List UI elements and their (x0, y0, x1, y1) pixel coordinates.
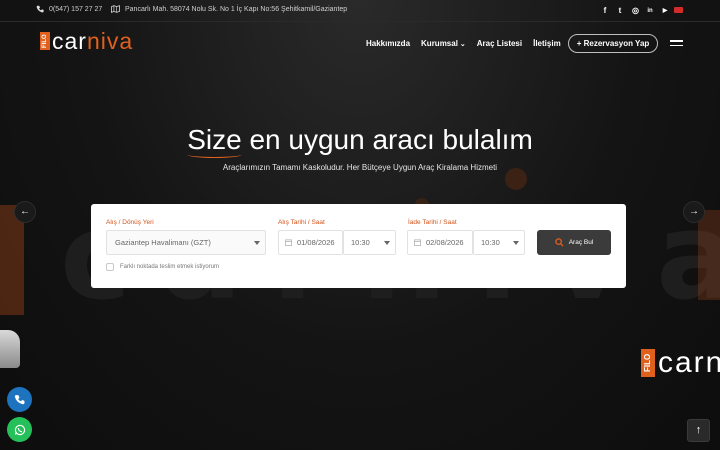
booking-form: Alış / Dönüş Yeri Gaziantep Havalimanı (… (91, 204, 626, 288)
calendar-icon (414, 239, 421, 246)
logo-filo-badge: FILO (40, 32, 50, 50)
instagram-icon[interactable]: ◎ (632, 5, 639, 17)
pickup-time-value: 10:30 (351, 238, 370, 247)
hero-title: Size en uygun aracı bulalım (0, 124, 720, 158)
nav-item-hakkimizda[interactable]: Hakkımızda (366, 39, 410, 48)
linkedin-icon[interactable]: in (647, 5, 653, 17)
brand-sign-image: FILO carniva (641, 348, 720, 378)
brand-sign-word: carniva (658, 346, 720, 379)
brand-sign-filo: FILO (641, 349, 655, 377)
different-location-checkbox[interactable]: Farklı noktada teslim etmek istiyorum (106, 263, 219, 271)
site-logo[interactable]: FILO car niva (40, 28, 134, 54)
facebook-icon[interactable]: f (602, 5, 608, 17)
map-icon (111, 5, 120, 13)
location-label: Alış / Dönüş Yeri (106, 219, 154, 226)
pickup-label: Alış Tarihi / Saat (278, 219, 325, 226)
background-filo-right (698, 210, 720, 300)
chevron-down-icon (254, 241, 260, 245)
different-location-label: Farklı noktada teslim etmek istiyorum (120, 264, 220, 270)
location-value: Gaziantep Havalimanı (GZT) (115, 238, 211, 247)
hero-subtitle: Araçlarımızın Tamamı Kaskoludur. Her Büt… (222, 163, 498, 172)
nav-item-kurumsal[interactable]: Kurumsal (421, 39, 466, 48)
top-bar: 0(547) 157 27 27 Pancarlı Mah. 58074 Nol… (0, 0, 720, 22)
logo-text-car: car (52, 28, 87, 54)
arrow-up-icon: ↑ (695, 424, 702, 436)
whatsapp-button[interactable] (7, 417, 32, 442)
pickup-time-select[interactable]: 10:30 (343, 230, 396, 255)
return-time-select[interactable]: 10:30 (473, 230, 525, 255)
calendar-icon (285, 239, 292, 246)
nav-item-iletisim[interactable]: İletişim (533, 39, 561, 48)
social-links: f t ◎ in ▶ (602, 5, 668, 17)
youtube-icon[interactable]: ▶ (662, 5, 668, 17)
phone-contact[interactable]: 0(547) 157 27 27 (36, 5, 102, 13)
turkey-flag-icon[interactable] (674, 7, 683, 13)
phone-icon (14, 395, 25, 405)
phone-number: 0(547) 157 27 27 (49, 5, 103, 13)
twitter-icon[interactable]: t (617, 5, 623, 17)
reservation-button[interactable]: + Rezervasyon Yap (568, 34, 658, 53)
nav-item-arac-listesi[interactable]: Araç Listesi (477, 39, 522, 48)
hero-title-rest: en uygun aracı bulalım (241, 124, 533, 155)
pickup-date-value: 01/08/2026 (297, 238, 335, 247)
return-date-input[interactable]: 02/08/2026 (407, 230, 473, 255)
main-nav: Hakkımızda Kurumsal Araç Listesi İletişi… (366, 39, 561, 48)
hero-title-accent: Size (187, 124, 243, 158)
search-icon (554, 238, 564, 247)
slider-prev-button[interactable]: ← (14, 201, 36, 223)
location-select[interactable]: Gaziantep Havalimanı (GZT) (106, 230, 266, 255)
car-image (0, 330, 20, 368)
call-button[interactable] (7, 387, 32, 412)
whatsapp-icon (14, 424, 25, 435)
logo-text-niva: niva (86, 28, 134, 54)
find-car-label: Araç Bul (568, 239, 594, 246)
menu-icon[interactable] (670, 40, 683, 47)
find-car-button[interactable]: Araç Bul (537, 230, 611, 255)
phone-icon (36, 5, 44, 13)
address-contact[interactable]: Pancarlı Mah. 58074 Nolu Sk. No 1 İç Kap… (111, 5, 347, 13)
return-time-value: 10:30 (481, 238, 500, 247)
scroll-to-top-button[interactable]: ↑ (687, 419, 710, 442)
address-text: Pancarlı Mah. 58074 Nolu Sk. No 1 İç Kap… (125, 5, 348, 13)
chevron-down-icon (513, 241, 519, 245)
pickup-date-input[interactable]: 01/08/2026 (278, 230, 343, 255)
return-label: İade Tarihi / Saat (408, 219, 457, 226)
return-date-value: 02/08/2026 (426, 238, 464, 247)
checkbox-box[interactable] (106, 263, 114, 271)
slider-next-button[interactable]: → (683, 201, 705, 223)
chevron-down-icon (384, 241, 390, 245)
